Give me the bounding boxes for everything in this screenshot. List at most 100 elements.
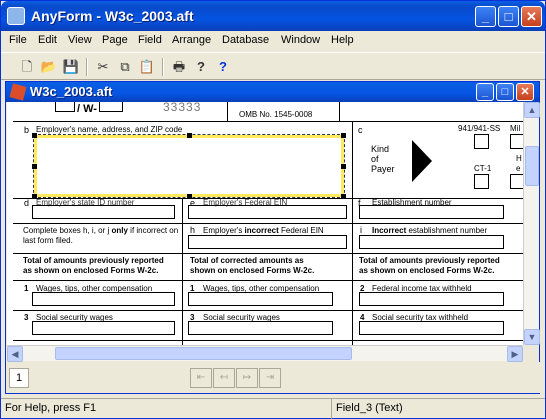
prev-page-icon[interactable]: ↤: [213, 368, 235, 388]
new-icon[interactable]: 🗋: [17, 57, 37, 77]
i-letter: i: [360, 225, 362, 235]
title-bar[interactable]: AnyForm - W3c_2003.aft _ □ ✕: [1, 1, 545, 31]
doc-maximize-button[interactable]: □: [496, 83, 514, 101]
copy-icon[interactable]: ⧉: [115, 57, 135, 77]
menu-edit[interactable]: Edit: [38, 34, 57, 46]
checkbox-household[interactable]: [510, 174, 523, 189]
form-rule: [13, 280, 523, 281]
i-label: Incorrect establishment number: [372, 226, 487, 235]
document-icon: [9, 83, 27, 101]
corr-ss-wages-field[interactable]: [188, 321, 333, 335]
print-icon[interactable]: 🖶: [169, 57, 189, 77]
scroll-up-icon[interactable]: ▲: [524, 102, 540, 118]
first-page-icon[interactable]: ⇤: [190, 368, 212, 388]
selection-handle[interactable]: [341, 133, 346, 138]
save-icon[interactable]: 💾: [61, 57, 81, 77]
checkbox-941[interactable]: [474, 134, 489, 149]
cut-icon[interactable]: ✂: [93, 57, 113, 77]
next-page-icon[interactable]: ↦: [236, 368, 258, 388]
b-label: Employer's name, address, and ZIP code: [36, 125, 183, 134]
menu-field[interactable]: Field: [138, 34, 162, 46]
menu-help[interactable]: Help: [331, 34, 354, 46]
h-letter: h: [190, 225, 196, 235]
employer-name-field[interactable]: [33, 134, 345, 198]
status-field-text: Field_3 (Text): [331, 399, 545, 419]
h-label: Employer's incorrect Federal EIN: [203, 226, 324, 235]
c-letter: c: [358, 125, 363, 135]
c-941-label: 941/941-SS: [458, 124, 501, 133]
menu-page[interactable]: Page: [102, 34, 128, 46]
form-box[interactable]: [55, 102, 75, 112]
menu-file[interactable]: File: [9, 34, 27, 46]
anyform-window: AnyForm - W3c_2003.aft _ □ ✕ File Edit V…: [0, 0, 546, 419]
b-letter: b: [24, 125, 30, 135]
app-icon: [7, 7, 25, 25]
vertical-scrollbar[interactable]: ▲ ▼: [523, 102, 540, 345]
form-rule: [13, 253, 523, 254]
scroll-down-icon[interactable]: ▼: [524, 329, 540, 345]
scroll-right-icon[interactable]: ▶: [507, 346, 523, 362]
c-h-label: H: [516, 154, 522, 163]
form-rule: [13, 121, 523, 122]
selection-handle[interactable]: [32, 133, 37, 138]
form-box[interactable]: [99, 102, 123, 112]
note-prefix: Complete boxes h, i, or j: [23, 226, 112, 235]
establishment-number-field[interactable]: [359, 205, 504, 219]
form-rule: [352, 198, 353, 345]
doc-minimize-button[interactable]: _: [476, 83, 494, 101]
context-help-icon[interactable]: ?: [213, 57, 233, 77]
document-title-bar[interactable]: W3c_2003.aft _ □ ✕: [6, 82, 539, 102]
menu-window[interactable]: Window: [281, 34, 320, 46]
selection-handle[interactable]: [187, 133, 192, 138]
doc-close-button[interactable]: ✕: [516, 83, 534, 101]
i-label-post: establishment number: [406, 226, 488, 235]
total-prev-1: Total of amounts previously reported: [23, 256, 164, 265]
federal-ein-field[interactable]: [188, 205, 347, 219]
close-button[interactable]: ✕: [521, 6, 542, 27]
minimize-button[interactable]: _: [475, 6, 496, 27]
menu-database[interactable]: Database: [222, 34, 269, 46]
toolbar-separator: [86, 58, 88, 76]
prev-ss-wages-field[interactable]: [32, 321, 175, 335]
checkbox-mil[interactable]: [510, 134, 523, 149]
i-label-bold: Incorrect: [372, 226, 407, 235]
vertical-scroll-thumb[interactable]: [525, 146, 539, 186]
page-tab-1[interactable]: 1: [9, 368, 29, 388]
selection-handle[interactable]: [32, 164, 37, 169]
checkbox-ct1[interactable]: [474, 174, 489, 189]
d-letter: d: [24, 198, 30, 208]
scroll-left-icon[interactable]: ◀: [7, 346, 23, 362]
status-help-text: For Help, press F1: [5, 402, 97, 414]
state-id-field[interactable]: [32, 205, 175, 219]
incorrect-ein-field[interactable]: [188, 235, 347, 249]
h-label-post: Federal EIN: [278, 226, 324, 235]
menu-view[interactable]: View: [68, 34, 92, 46]
form-w-label: / W-: [77, 103, 97, 115]
total-prev-2: as shown on enclosed Forms W-2c.: [23, 266, 159, 275]
prev-wages-field[interactable]: [32, 292, 175, 306]
form-rule: [339, 102, 340, 122]
omb-number: OMB No. 1545-0008: [239, 110, 313, 119]
prev-federal-tax-field[interactable]: [359, 292, 504, 306]
form-rule: [352, 121, 353, 199]
help-icon[interactable]: ?: [191, 57, 211, 77]
incorrect-establishment-field[interactable]: [359, 235, 504, 249]
document-title: W3c_2003.aft: [30, 84, 113, 99]
paste-icon[interactable]: 📋: [137, 57, 157, 77]
note-only: only: [111, 226, 128, 235]
window-title: AnyForm - W3c_2003.aft: [31, 8, 194, 24]
maximize-button[interactable]: □: [498, 6, 519, 27]
form-rule: [13, 340, 523, 341]
form-canvas[interactable]: / W- 33333 OMB No. 1545-0008 b Employer'…: [7, 102, 523, 345]
form-rule: [182, 198, 183, 345]
open-icon[interactable]: 📂: [39, 57, 59, 77]
prev-ss-tax-field[interactable]: [359, 321, 504, 335]
r3-num: 3: [24, 313, 29, 322]
horizontal-scrollbar[interactable]: ◀ ▶: [7, 345, 523, 362]
menu-arrange[interactable]: Arrange: [172, 34, 211, 46]
selection-handle[interactable]: [341, 164, 346, 169]
corr-wages-field[interactable]: [188, 292, 333, 306]
total-diff-2: as shown on enclosed Forms W-2c.: [359, 266, 495, 275]
last-page-icon[interactable]: ⇥: [259, 368, 281, 388]
horizontal-scroll-thumb[interactable]: [55, 347, 352, 360]
